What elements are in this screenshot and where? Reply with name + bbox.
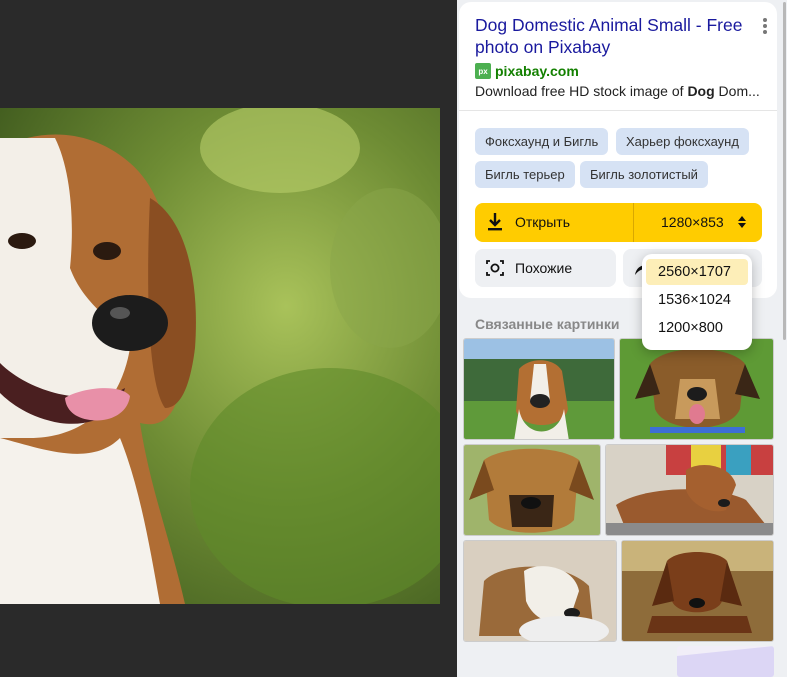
more-options-icon[interactable] [763, 18, 769, 36]
sort-arrows-icon[interactable] [738, 215, 746, 229]
related-thumb-dog-on-sofa[interactable] [605, 444, 774, 536]
size-option-1536[interactable]: 1536×1024 [646, 287, 748, 313]
tag-chip[interactable]: Харьер фоксхаунд [616, 128, 749, 155]
related-thumb-beagle-sitting[interactable] [463, 338, 615, 440]
tag-chip[interactable]: Фоксхаунд и Бигль [475, 128, 609, 155]
button-separator [633, 203, 634, 242]
pixabay-logo-icon: px [475, 63, 491, 79]
related-thumb-smiling-dog[interactable] [619, 338, 774, 440]
tag-chip[interactable]: Бигль терьер [475, 161, 575, 188]
size-selector-label[interactable]: 1280×853 [661, 214, 724, 230]
open-label: Открыть [515, 214, 570, 230]
divider [459, 110, 777, 111]
size-dropdown-menu: 2560×1707 1536×1024 1200×800 [642, 254, 752, 350]
result-title-link[interactable]: Dog Domestic Animal Small - Free photo o… [475, 14, 755, 58]
download-icon [488, 213, 502, 231]
source-row[interactable]: px pixabay.com [475, 63, 579, 79]
image-viewer [0, 0, 457, 677]
result-description: Download free HD stock image of Dog Dom.… [475, 83, 765, 99]
camera-search-icon [486, 260, 504, 276]
related-thumb-beagle-lying[interactable] [463, 540, 617, 642]
similar-button[interactable]: Похожие [475, 249, 616, 287]
tag-chip[interactable]: Бигль золотистый [580, 161, 708, 188]
size-option-2560[interactable]: 2560×1707 [646, 259, 748, 285]
description-suffix: Dom... [714, 83, 760, 99]
scrollbar-thumb[interactable] [783, 2, 786, 340]
source-domain[interactable]: pixabay.com [495, 63, 579, 79]
description-prefix: Download free HD stock image of [475, 83, 688, 99]
related-thumb-dachshund[interactable] [621, 540, 774, 642]
related-images-title: Связанные картинки [475, 316, 620, 332]
related-thumb-brown-dog-face[interactable] [463, 444, 601, 536]
open-button[interactable]: Открыть 1280×853 [475, 203, 762, 242]
size-option-1200[interactable]: 1200×800 [646, 315, 748, 341]
related-thumb-partial[interactable] [677, 646, 774, 677]
description-bold: Dog [687, 83, 715, 99]
similar-label: Похожие [515, 260, 573, 276]
main-photo-beagle[interactable] [0, 108, 440, 604]
